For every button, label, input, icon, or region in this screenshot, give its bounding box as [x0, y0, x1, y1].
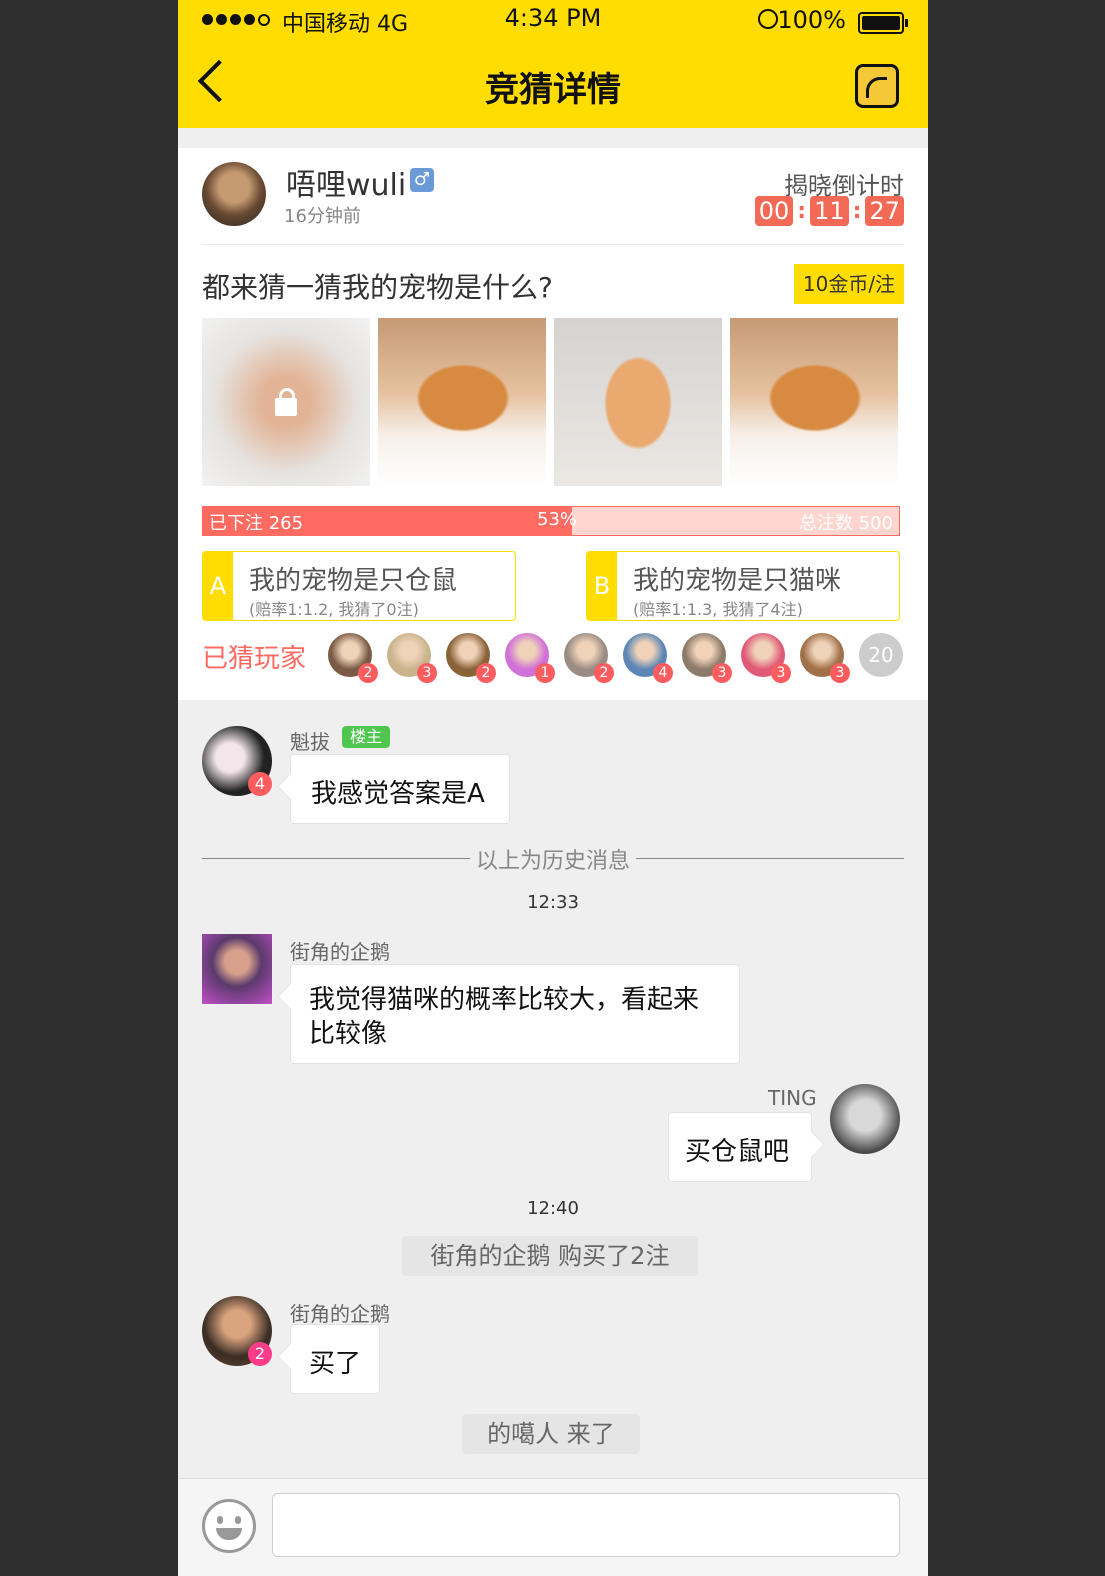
message-text: 买仓鼠吧	[685, 1137, 790, 1167]
photo-grid	[202, 318, 898, 486]
photo-kitten[interactable]	[378, 318, 546, 486]
photo-kitten[interactable]	[730, 318, 898, 486]
top-bar: 中国移动 4G 4:34 PM 100% 竞猜详情	[178, 0, 928, 128]
bet-count-badge: 1	[535, 663, 555, 683]
price-badge: 10金币/注	[794, 264, 904, 304]
bet-count-badge: 3	[771, 663, 791, 683]
more-players-button[interactable]: 20	[859, 633, 903, 677]
bet-count-badge: 4	[653, 663, 673, 683]
player-avatar[interactable]: 3	[741, 633, 791, 683]
message-text: 我感觉答案是A	[311, 779, 485, 809]
option-b[interactable]: B 我的宠物是只猫咪 (赔率1:1.3, 我猜了4注)	[586, 551, 900, 621]
share-icon[interactable]	[855, 64, 899, 108]
avatar[interactable]	[830, 1084, 900, 1154]
lock-icon	[275, 388, 297, 416]
player-avatar[interactable]: 3	[800, 633, 850, 683]
sender-name: TING	[768, 1086, 817, 1110]
players-label: 已猜玩家	[202, 644, 307, 674]
message-text: 我觉得猫咪的概率比较大，看起来	[309, 985, 700, 1015]
bet-placed-label: 已下注 265	[209, 513, 304, 534]
countdown-seconds: 27	[865, 196, 904, 226]
phone-screen: 中国移动 4G 4:34 PM 100% 竞猜详情 唔哩wuli ♂ 16分钟前…	[178, 0, 928, 1576]
player-avatar[interactable]: 3	[682, 633, 732, 683]
status-bar: 中国移动 4G 4:34 PM 100%	[178, 0, 928, 40]
sender-name: 街角的企鹅	[290, 940, 390, 964]
bet-count-badge: 4	[248, 772, 272, 796]
player-avatar[interactable]: 2	[564, 633, 614, 683]
avatar[interactable]	[202, 934, 272, 1004]
countdown-hours: 00	[754, 196, 794, 226]
option-title: 我的宠物是只仓鼠	[249, 566, 458, 596]
countdown-minutes: 11	[810, 196, 849, 226]
bet-count-badge: 2	[248, 1342, 272, 1366]
sender-name: 魁拔	[290, 730, 330, 754]
bet-count-badge: 2	[358, 663, 378, 683]
bet-total-label: 总注数 500	[798, 513, 893, 534]
message-bubble[interactable]: 买仓鼠吧	[668, 1112, 812, 1182]
owner-tag: 楼主	[342, 726, 391, 748]
locked-photo[interactable]	[202, 318, 370, 486]
page-title: 竞猜详情	[485, 70, 621, 110]
bet-percent: 53%	[537, 509, 578, 530]
photo-hamster[interactable]	[554, 318, 722, 486]
chat-area: 4 魁拔 楼主 我感觉答案是A 以上为历史消息 12:33 街角的企鹅 我觉得猫…	[178, 700, 928, 1478]
player-avatar[interactable]: 4	[623, 633, 673, 683]
username[interactable]: 唔哩wuli	[286, 160, 406, 204]
message-input[interactable]	[272, 1493, 900, 1557]
player-avatar[interactable]: 1	[505, 633, 555, 683]
sender-name: 街角的企鹅	[290, 1302, 390, 1326]
option-letter: A	[203, 552, 233, 620]
message-bubble[interactable]: 买了	[290, 1324, 380, 1394]
message-bubble[interactable]: 我觉得猫咪的概率比较大，看起来 比较像	[290, 964, 740, 1064]
option-title: 我的宠物是只猫咪	[633, 566, 842, 596]
male-icon: ♂	[410, 168, 434, 192]
timestamp: 12:40	[527, 1198, 579, 1219]
emoji-icon[interactable]	[202, 1499, 256, 1553]
bet-progress-bar: 已下注 265 53% 总注数 500	[202, 506, 900, 536]
countdown: 00 : 11 : 27	[754, 196, 904, 226]
message-text: 比较像	[309, 1019, 388, 1049]
bet-count-badge: 3	[417, 663, 437, 683]
system-message: 的噶人 来了	[462, 1414, 640, 1454]
option-detail: (赔率1:1.3, 我猜了4注)	[633, 600, 803, 619]
rotation-lock-icon	[758, 9, 778, 29]
option-a[interactable]: A 我的宠物是只仓鼠 (赔率1:1.2, 我猜了0注)	[202, 551, 516, 621]
bet-count-badge: 3	[712, 663, 732, 683]
battery-icon	[858, 12, 908, 34]
battery-percent: 100%	[777, 6, 846, 34]
avatar[interactable]	[202, 162, 266, 226]
question-title: 都来猜一猜我的宠物是什么?	[202, 271, 553, 304]
post-time: 16分钟前	[284, 206, 361, 227]
player-avatar[interactable]: 3	[387, 633, 437, 683]
bet-count-badge: 3	[830, 663, 850, 683]
divider	[202, 244, 904, 245]
player-avatar[interactable]: 2	[328, 633, 378, 683]
player-list: 2 3 2 1 2 4 3 3 3 20	[328, 633, 903, 683]
history-label: 以上为历史消息	[178, 843, 928, 875]
input-bar	[178, 1478, 928, 1576]
timestamp: 12:33	[527, 892, 579, 913]
message-text: 买了	[309, 1349, 362, 1379]
system-message: 街角的企鹅 购买了2注	[402, 1236, 698, 1276]
player-avatar[interactable]: 2	[446, 633, 496, 683]
option-letter: B	[587, 552, 617, 620]
bet-count-badge: 2	[476, 663, 496, 683]
option-detail: (赔率1:1.2, 我猜了0注)	[249, 600, 419, 619]
guess-card: 唔哩wuli ♂ 16分钟前 揭晓倒计时 00 : 11 : 27 都来猜一猜我…	[178, 148, 928, 700]
message-bubble[interactable]: 我感觉答案是A	[290, 754, 510, 824]
bet-count-badge: 2	[594, 663, 614, 683]
